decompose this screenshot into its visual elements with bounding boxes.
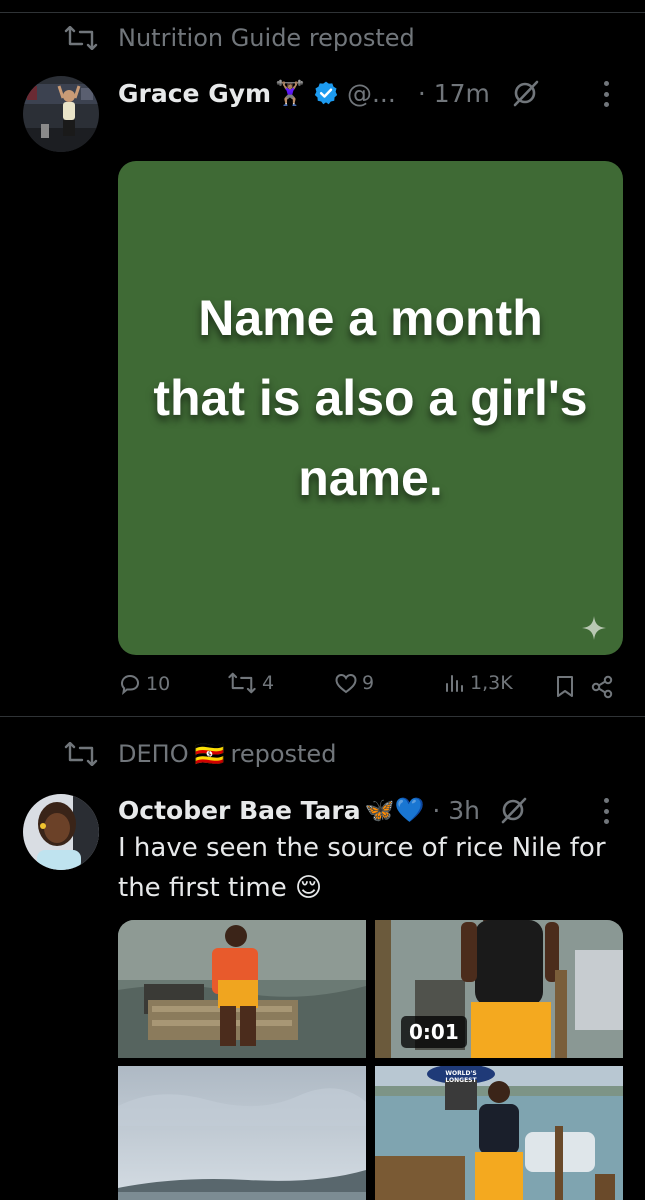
repost-icon	[64, 742, 98, 766]
like-count: 9	[362, 672, 375, 694]
repost-context[interactable]: Nutrition Guide reposted	[62, 24, 415, 52]
post-header: Grace Gym 🏋🏽‍♀️ @... · 17m	[118, 76, 540, 110]
media-video[interactable]: 0:01	[375, 920, 623, 1058]
top-divider	[0, 12, 645, 13]
post-actions: 10 4 9 1,3K	[118, 672, 623, 702]
media-photo[interactable]	[118, 1066, 366, 1200]
repost-label: Nutrition Guide reposted	[118, 24, 415, 52]
flag-emoji: 🇺🇬	[194, 740, 225, 768]
author-emoji: 🏋🏽‍♀️	[275, 79, 305, 107]
author-name[interactable]: October Bae Tara	[118, 796, 361, 825]
photo-woman-on-boat	[118, 920, 366, 1058]
video-duration-badge: 0:01	[401, 1016, 467, 1048]
view-count: 1,3K	[470, 672, 513, 694]
reply-count: 10	[146, 673, 171, 695]
sign-text: WORLD'S LONGEST	[445, 1070, 477, 1084]
repost-icon	[64, 26, 98, 50]
post-divider	[0, 716, 645, 717]
more-icon[interactable]	[601, 81, 611, 107]
views-icon	[446, 675, 463, 692]
avatar[interactable]	[23, 794, 99, 870]
views-button[interactable]: 1,3K	[444, 672, 513, 694]
author-emoji: 🦋💙	[364, 796, 425, 824]
media-photo[interactable]: WORLD'S LONGEST	[375, 1066, 623, 1200]
sparkle-icon	[582, 616, 606, 640]
photo-lake-sky	[118, 1066, 366, 1200]
author-name[interactable]: Grace Gym	[118, 79, 271, 108]
repost-context[interactable]: DEПO 🇺🇬 reposted	[62, 740, 336, 768]
image-caption: Name a month that is also a girl's name.	[153, 290, 588, 506]
like-icon	[335, 673, 357, 694]
repost-icon	[228, 672, 256, 694]
post-text: I have seen the source of rice Nile for …	[118, 833, 606, 903]
more-icon[interactable]	[601, 798, 611, 824]
repost-user: DEПO	[118, 740, 189, 768]
post-time[interactable]: · 3h	[432, 796, 480, 825]
grok-icon[interactable]	[510, 78, 540, 108]
avatar[interactable]	[23, 76, 99, 152]
post-time[interactable]: · 17m	[418, 79, 490, 108]
verified-badge-icon	[314, 81, 338, 105]
like-button[interactable]: 9	[334, 672, 374, 694]
media-photo[interactable]	[118, 920, 366, 1058]
repost-suffix: reposted	[230, 740, 337, 768]
post-image[interactable]: Name a month that is also a girl's name.	[118, 161, 623, 655]
repost-count: 4	[262, 672, 275, 694]
profile-avatar-image	[23, 794, 99, 870]
reply-button[interactable]: 10	[118, 672, 170, 696]
bookmark-icon[interactable]	[554, 675, 576, 699]
post-header: October Bae Tara 🦋💙 · 3h	[118, 793, 528, 827]
photo-woman-by-sign	[375, 1066, 623, 1200]
reply-icon	[120, 674, 140, 696]
share-icon[interactable]	[590, 675, 614, 699]
author-handle[interactable]: @...	[347, 79, 396, 108]
grok-icon[interactable]	[498, 795, 528, 825]
gym-avatar-image	[23, 76, 99, 152]
repost-button[interactable]: 4	[226, 672, 274, 694]
